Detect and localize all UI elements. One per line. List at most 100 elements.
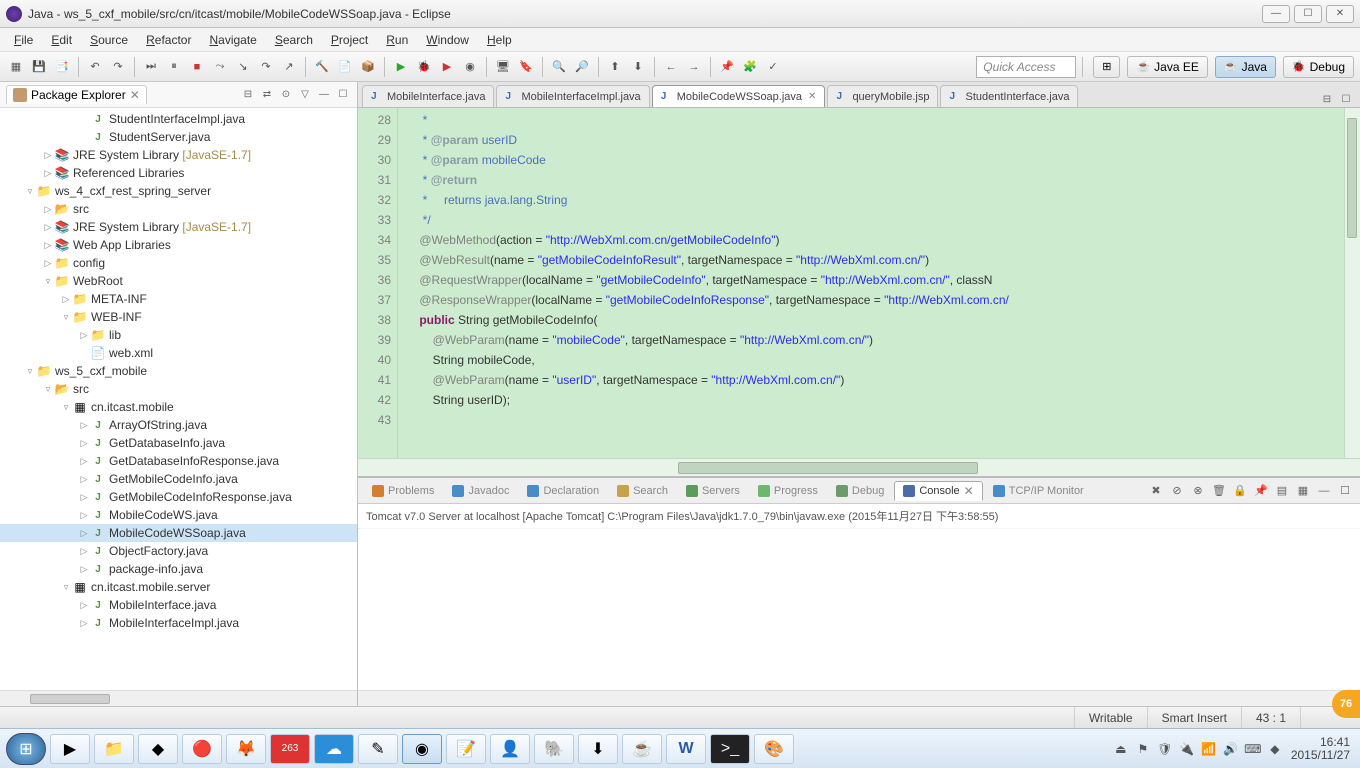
bottom-tab-console[interactable]: Console ✕ bbox=[894, 481, 982, 501]
redo-icon[interactable]: ↷ bbox=[108, 57, 128, 77]
min-view-icon[interactable]: — bbox=[1315, 482, 1333, 500]
new-package-icon[interactable]: 📦 bbox=[358, 57, 378, 77]
task-explorer-icon[interactable]: 📁 bbox=[94, 734, 134, 764]
pin-console-icon[interactable]: 📌 bbox=[1252, 482, 1270, 500]
notification-badge[interactable]: 76 bbox=[1332, 690, 1360, 718]
remove-all-icon[interactable]: ⊗ bbox=[1189, 482, 1207, 500]
tree-item[interactable]: ▷📚Web App Libraries bbox=[0, 236, 357, 254]
tab-close-icon[interactable]: ✕ bbox=[808, 91, 816, 102]
package-explorer-tab[interactable]: Package Explorer ✕ bbox=[6, 85, 147, 104]
task-chrome-icon[interactable]: 🔴 bbox=[182, 734, 222, 764]
menu-help[interactable]: Help bbox=[479, 31, 520, 49]
close-icon[interactable]: ✕ bbox=[130, 88, 140, 102]
task-263-icon[interactable]: 263 bbox=[270, 734, 310, 764]
task-vbox-icon[interactable]: ◆ bbox=[138, 734, 178, 764]
bottom-tab-servers[interactable]: Servers bbox=[678, 483, 748, 499]
bottom-tab-javadoc[interactable]: Javadoc bbox=[444, 483, 517, 499]
bottom-tab-problems[interactable]: Problems bbox=[364, 483, 442, 499]
tree-item[interactable]: ▿📁WEB-INF bbox=[0, 308, 357, 326]
menu-file[interactable]: File bbox=[6, 31, 41, 49]
editor-tab[interactable]: StudentInterface.java bbox=[940, 85, 1078, 107]
debug-disconnect-icon[interactable]: ⤳ bbox=[210, 57, 230, 77]
tray-safe-remove-icon[interactable]: ⏏ bbox=[1113, 741, 1129, 757]
annotation-prev-icon[interactable]: ⬆ bbox=[605, 57, 625, 77]
task-eclipse-icon[interactable]: ◉ bbox=[402, 734, 442, 764]
console-output[interactable] bbox=[358, 529, 1360, 690]
close-icon[interactable]: ✕ bbox=[964, 484, 974, 498]
back-icon[interactable]: ← bbox=[661, 57, 681, 77]
save-icon[interactable]: 💾 bbox=[29, 57, 49, 77]
task-word-icon[interactable]: W bbox=[666, 734, 706, 764]
max-view-icon[interactable]: ☐ bbox=[1336, 482, 1354, 500]
open-console-icon[interactable]: ▦ bbox=[1294, 482, 1312, 500]
task-dl-icon[interactable]: ⬇ bbox=[578, 734, 618, 764]
menu-run[interactable]: Run bbox=[378, 31, 416, 49]
task-firefox-icon[interactable]: 🦊 bbox=[226, 734, 266, 764]
menu-search[interactable]: Search bbox=[267, 31, 321, 49]
debug-icon[interactable]: 🐞 bbox=[414, 57, 434, 77]
undo-icon[interactable]: ↶ bbox=[85, 57, 105, 77]
minimize-button[interactable]: — bbox=[1262, 5, 1290, 23]
task-cloud-icon[interactable]: ☁ bbox=[314, 734, 354, 764]
bottom-tab-search[interactable]: Search bbox=[609, 483, 676, 499]
tray-volume-icon[interactable]: 🔊 bbox=[1223, 741, 1239, 757]
menu-project[interactable]: Project bbox=[323, 31, 376, 49]
bottom-tab-tcpipmonitor[interactable]: TCP/IP Monitor bbox=[985, 483, 1092, 499]
tree-item[interactable]: ▷JObjectFactory.java bbox=[0, 542, 357, 560]
task-media-icon[interactable]: ▶ bbox=[50, 734, 90, 764]
run-last-icon[interactable]: ▶ bbox=[437, 57, 457, 77]
task-edit-icon[interactable]: ✎ bbox=[358, 734, 398, 764]
step-over-icon[interactable]: ↷ bbox=[256, 57, 276, 77]
tray-input-icon[interactable]: ⌨ bbox=[1245, 741, 1261, 757]
maximize-editor-icon[interactable]: ☐ bbox=[1338, 91, 1354, 107]
maximize-button[interactable]: ☐ bbox=[1294, 5, 1322, 23]
run-icon[interactable]: ▶ bbox=[391, 57, 411, 77]
task-paint-icon[interactable]: 🎨 bbox=[754, 734, 794, 764]
bottom-tab-debug[interactable]: Debug bbox=[828, 483, 892, 499]
annotation-next-icon[interactable]: ⬇ bbox=[628, 57, 648, 77]
display-selected-icon[interactable]: ▤ bbox=[1273, 482, 1291, 500]
step-into-icon[interactable]: ↘ bbox=[233, 57, 253, 77]
quick-access-input[interactable]: Quick Access bbox=[976, 56, 1076, 78]
coverage-icon[interactable]: ◉ bbox=[460, 57, 480, 77]
menu-window[interactable]: Window bbox=[418, 31, 477, 49]
console-hscrollbar[interactable] bbox=[358, 690, 1360, 706]
terminate-icon[interactable]: ✖ bbox=[1147, 482, 1165, 500]
editor-tab[interactable]: MobileCodeWSSoap.java ✕ bbox=[652, 85, 826, 107]
tree-item[interactable]: ▿📁ws_5_cxf_mobile bbox=[0, 362, 357, 380]
tree-item[interactable]: ▷JMobileCodeWSSoap.java bbox=[0, 524, 357, 542]
tree-item[interactable]: ▷JGetDatabaseInfo.java bbox=[0, 434, 357, 452]
tree-item[interactable]: ▿📁ws_4_cxf_rest_spring_server bbox=[0, 182, 357, 200]
editor-hscrollbar[interactable] bbox=[358, 458, 1360, 476]
perspective-javaee[interactable]: ☕ Java EE bbox=[1127, 56, 1207, 78]
tree-item[interactable]: ▷JArrayOfString.java bbox=[0, 416, 357, 434]
search-icon[interactable]: 🔎 bbox=[572, 57, 592, 77]
step-return-icon[interactable]: ↗ bbox=[279, 57, 299, 77]
link-editor-icon[interactable]: ⇄ bbox=[259, 87, 275, 103]
menu-source[interactable]: Source bbox=[82, 31, 136, 49]
task-javaee-icon[interactable]: ☕ bbox=[622, 734, 662, 764]
bottom-tab-progress[interactable]: Progress bbox=[750, 483, 826, 499]
tray-app-icon[interactable]: ◆ bbox=[1267, 741, 1283, 757]
tree-item[interactable]: JStudentInterfaceImpl.java bbox=[0, 110, 357, 128]
start-button[interactable]: ⊞ bbox=[6, 733, 46, 765]
menu-edit[interactable]: Edit bbox=[43, 31, 80, 49]
tree-item[interactable]: ▷JMobileInterfaceImpl.java bbox=[0, 614, 357, 632]
tree-item[interactable]: ▷📚JRE System Library [JavaSE-1.7] bbox=[0, 146, 357, 164]
task-pgadmin-icon[interactable]: 🐘 bbox=[534, 734, 574, 764]
tree-item[interactable]: ▷📚JRE System Library [JavaSE-1.7] bbox=[0, 218, 357, 236]
new-server-icon[interactable]: 🖥 bbox=[493, 57, 513, 77]
package-tree[interactable]: JStudentInterfaceImpl.javaJStudentServer… bbox=[0, 108, 357, 690]
tree-item[interactable]: ▿📂src bbox=[0, 380, 357, 398]
tray-power-icon[interactable]: 🔌 bbox=[1179, 741, 1195, 757]
system-clock[interactable]: 16:41 2015/11/27 bbox=[1291, 736, 1350, 762]
close-button[interactable]: ✕ bbox=[1326, 5, 1354, 23]
tasks-icon[interactable]: ✓ bbox=[763, 57, 783, 77]
minimize-view-icon[interactable]: — bbox=[316, 87, 332, 103]
tree-item[interactable]: JStudentServer.java bbox=[0, 128, 357, 146]
menu-navigate[interactable]: Navigate bbox=[201, 31, 264, 49]
tree-item[interactable]: ▷JMobileCodeWS.java bbox=[0, 506, 357, 524]
task-notepad-icon[interactable]: 📝 bbox=[446, 734, 486, 764]
debug-pause-icon[interactable]: ⏸ bbox=[164, 57, 184, 77]
tree-item[interactable]: ▷📁lib bbox=[0, 326, 357, 344]
